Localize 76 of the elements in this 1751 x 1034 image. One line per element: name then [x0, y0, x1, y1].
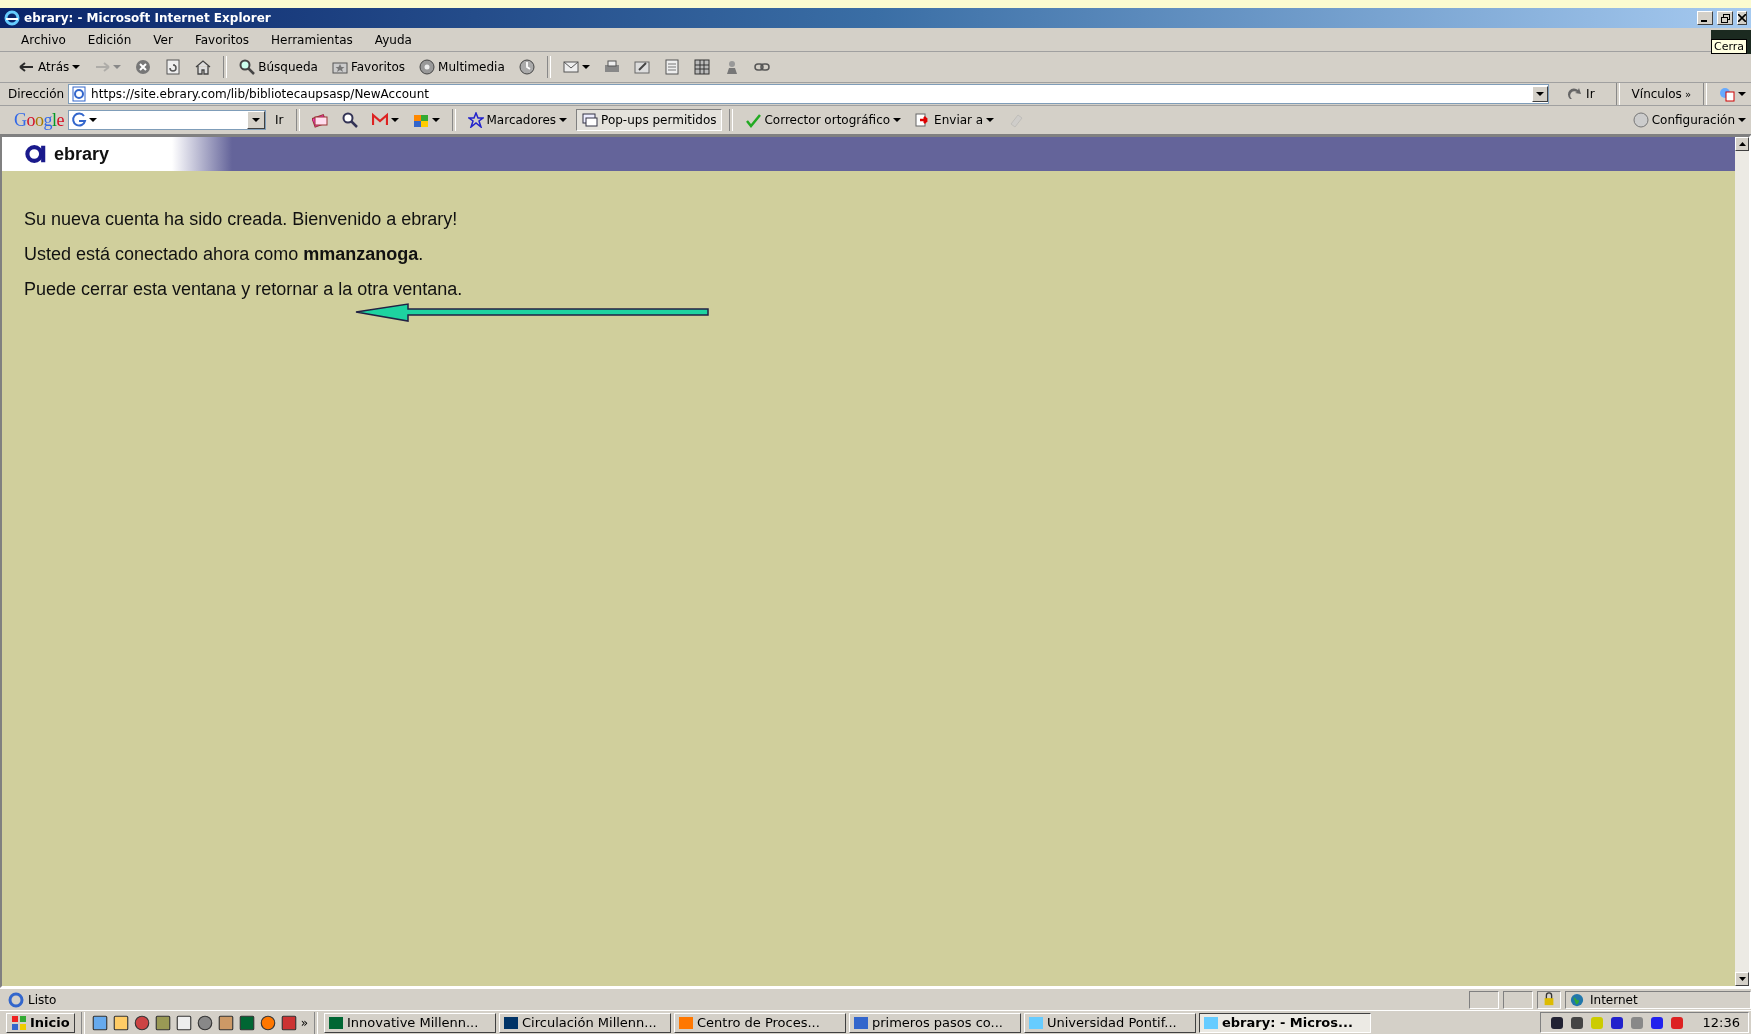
- stop-icon: [135, 59, 152, 75]
- zone-text: Internet: [1590, 992, 1638, 1007]
- taskbar-button[interactable]: Circulación Millenn...: [499, 1012, 671, 1033]
- status-pane: [1503, 990, 1533, 1009]
- up-arrow-icon: [1738, 142, 1746, 146]
- windows-flag-icon: [11, 1014, 27, 1031]
- g-logo-icon: [71, 112, 87, 128]
- toolbar-button[interactable]: Búsqueda: [234, 57, 323, 77]
- address-label: Dirección: [8, 87, 65, 101]
- settings-button[interactable]: Configuración: [1627, 110, 1751, 130]
- close-icon: [1738, 14, 1746, 22]
- go-button[interactable]: Ir: [1553, 84, 1609, 104]
- printer-icon: [603, 59, 620, 75]
- refresh-icon: [165, 59, 182, 75]
- monitor-icon: [582, 112, 599, 128]
- document-icon: [663, 59, 680, 75]
- message-text: Usted está conectado ahora como mmanzanoga.: [24, 244, 425, 265]
- tooltip: Cerra: [1711, 30, 1751, 54]
- media-icon: [419, 59, 436, 75]
- taskbar-button[interactable]: primeros pasos co...: [849, 1012, 1021, 1033]
- taskbar-button[interactable]: ebrary: - Micros...: [1199, 1012, 1371, 1033]
- status-text: Listo: [28, 992, 57, 1007]
- menu-item[interactable]: Ver: [142, 30, 184, 49]
- circle-icon: [1632, 112, 1649, 128]
- toolbar-button[interactable]: Pop-ups permitidos: [576, 109, 723, 131]
- toolbar-button[interactable]: Multimedia: [414, 57, 510, 77]
- toolbar-button[interactable]: Atrás: [14, 57, 86, 77]
- toolbar-button[interactable]: Marcadores: [462, 110, 573, 130]
- star-folder-icon: [331, 59, 348, 75]
- search-field[interactable]: [68, 110, 266, 130]
- close-button[interactable]: [1737, 11, 1747, 25]
- scroll-up-button[interactable]: [1735, 137, 1749, 151]
- search-icon: [239, 59, 256, 75]
- taskbar-button[interactable]: Innovative Millenn...: [324, 1012, 496, 1033]
- minimize-button[interactable]: [1697, 11, 1713, 25]
- message-text: Su nueva cuenta ha sido creada. Bienvenido a ebrary!: [24, 209, 459, 230]
- history-icon: [518, 59, 535, 75]
- more-icons-button[interactable]: »: [300, 1015, 308, 1030]
- spellcheck-icon: [745, 112, 762, 128]
- globe-icon: [1570, 992, 1584, 1007]
- taskbar-button[interactable]: Centro de Proces...: [674, 1012, 846, 1033]
- dropdown-button[interactable]: [1532, 86, 1549, 102]
- menu-item[interactable]: Ayuda: [363, 30, 423, 49]
- cards-icon: [311, 112, 328, 128]
- toolbar-button[interactable]: Favoritos: [326, 57, 411, 77]
- go-button[interactable]: Ir: [270, 111, 289, 129]
- puzzle-icon: [412, 112, 429, 128]
- google-logo: Google: [14, 109, 64, 131]
- restore-button[interactable]: [1717, 11, 1733, 25]
- window-title: ebrary: - Microsoft Internet Explorer: [24, 11, 271, 25]
- clock: 12:36: [1702, 1015, 1740, 1030]
- menu-item[interactable]: Archivo: [10, 30, 77, 49]
- status-pane: [1469, 990, 1499, 1009]
- toolbar-button[interactable]: Corrector ortográfico: [740, 110, 907, 130]
- menu-item[interactable]: Edición: [76, 30, 143, 49]
- star-icon: [467, 112, 484, 128]
- scrollbar[interactable]: [1735, 137, 1749, 986]
- go-arrow-icon: [1567, 86, 1584, 102]
- home-icon: [195, 59, 212, 75]
- message-text: Puede cerrar esta ventana y retornar a la otra ventana.: [24, 279, 464, 300]
- forward-arrow-icon: [94, 59, 111, 75]
- scroll-down-button[interactable]: [1735, 972, 1749, 986]
- lock-icon: [1542, 991, 1556, 1006]
- edit-icon: [633, 59, 650, 75]
- menu-item[interactable]: Herramientas: [260, 30, 364, 49]
- globe-document-icon: [1719, 86, 1735, 102]
- restore-icon: [1720, 13, 1730, 23]
- start-button[interactable]: Inicio: [6, 1012, 75, 1033]
- back-arrow-icon: [19, 59, 35, 75]
- menu-item[interactable]: Favoritos: [183, 30, 261, 49]
- address-field[interactable]: https://site.ebrary.com/lib/bibliotecaupsasp/NewAccount: [68, 84, 1550, 104]
- down-arrow-icon: [1738, 977, 1746, 981]
- taskbar-button[interactable]: Universidad Pontif...: [1024, 1012, 1196, 1033]
- search-icon: [341, 112, 358, 128]
- site-logo-text: ebrary: [54, 144, 110, 165]
- toolbar-button[interactable]: Enviar a: [910, 110, 1000, 130]
